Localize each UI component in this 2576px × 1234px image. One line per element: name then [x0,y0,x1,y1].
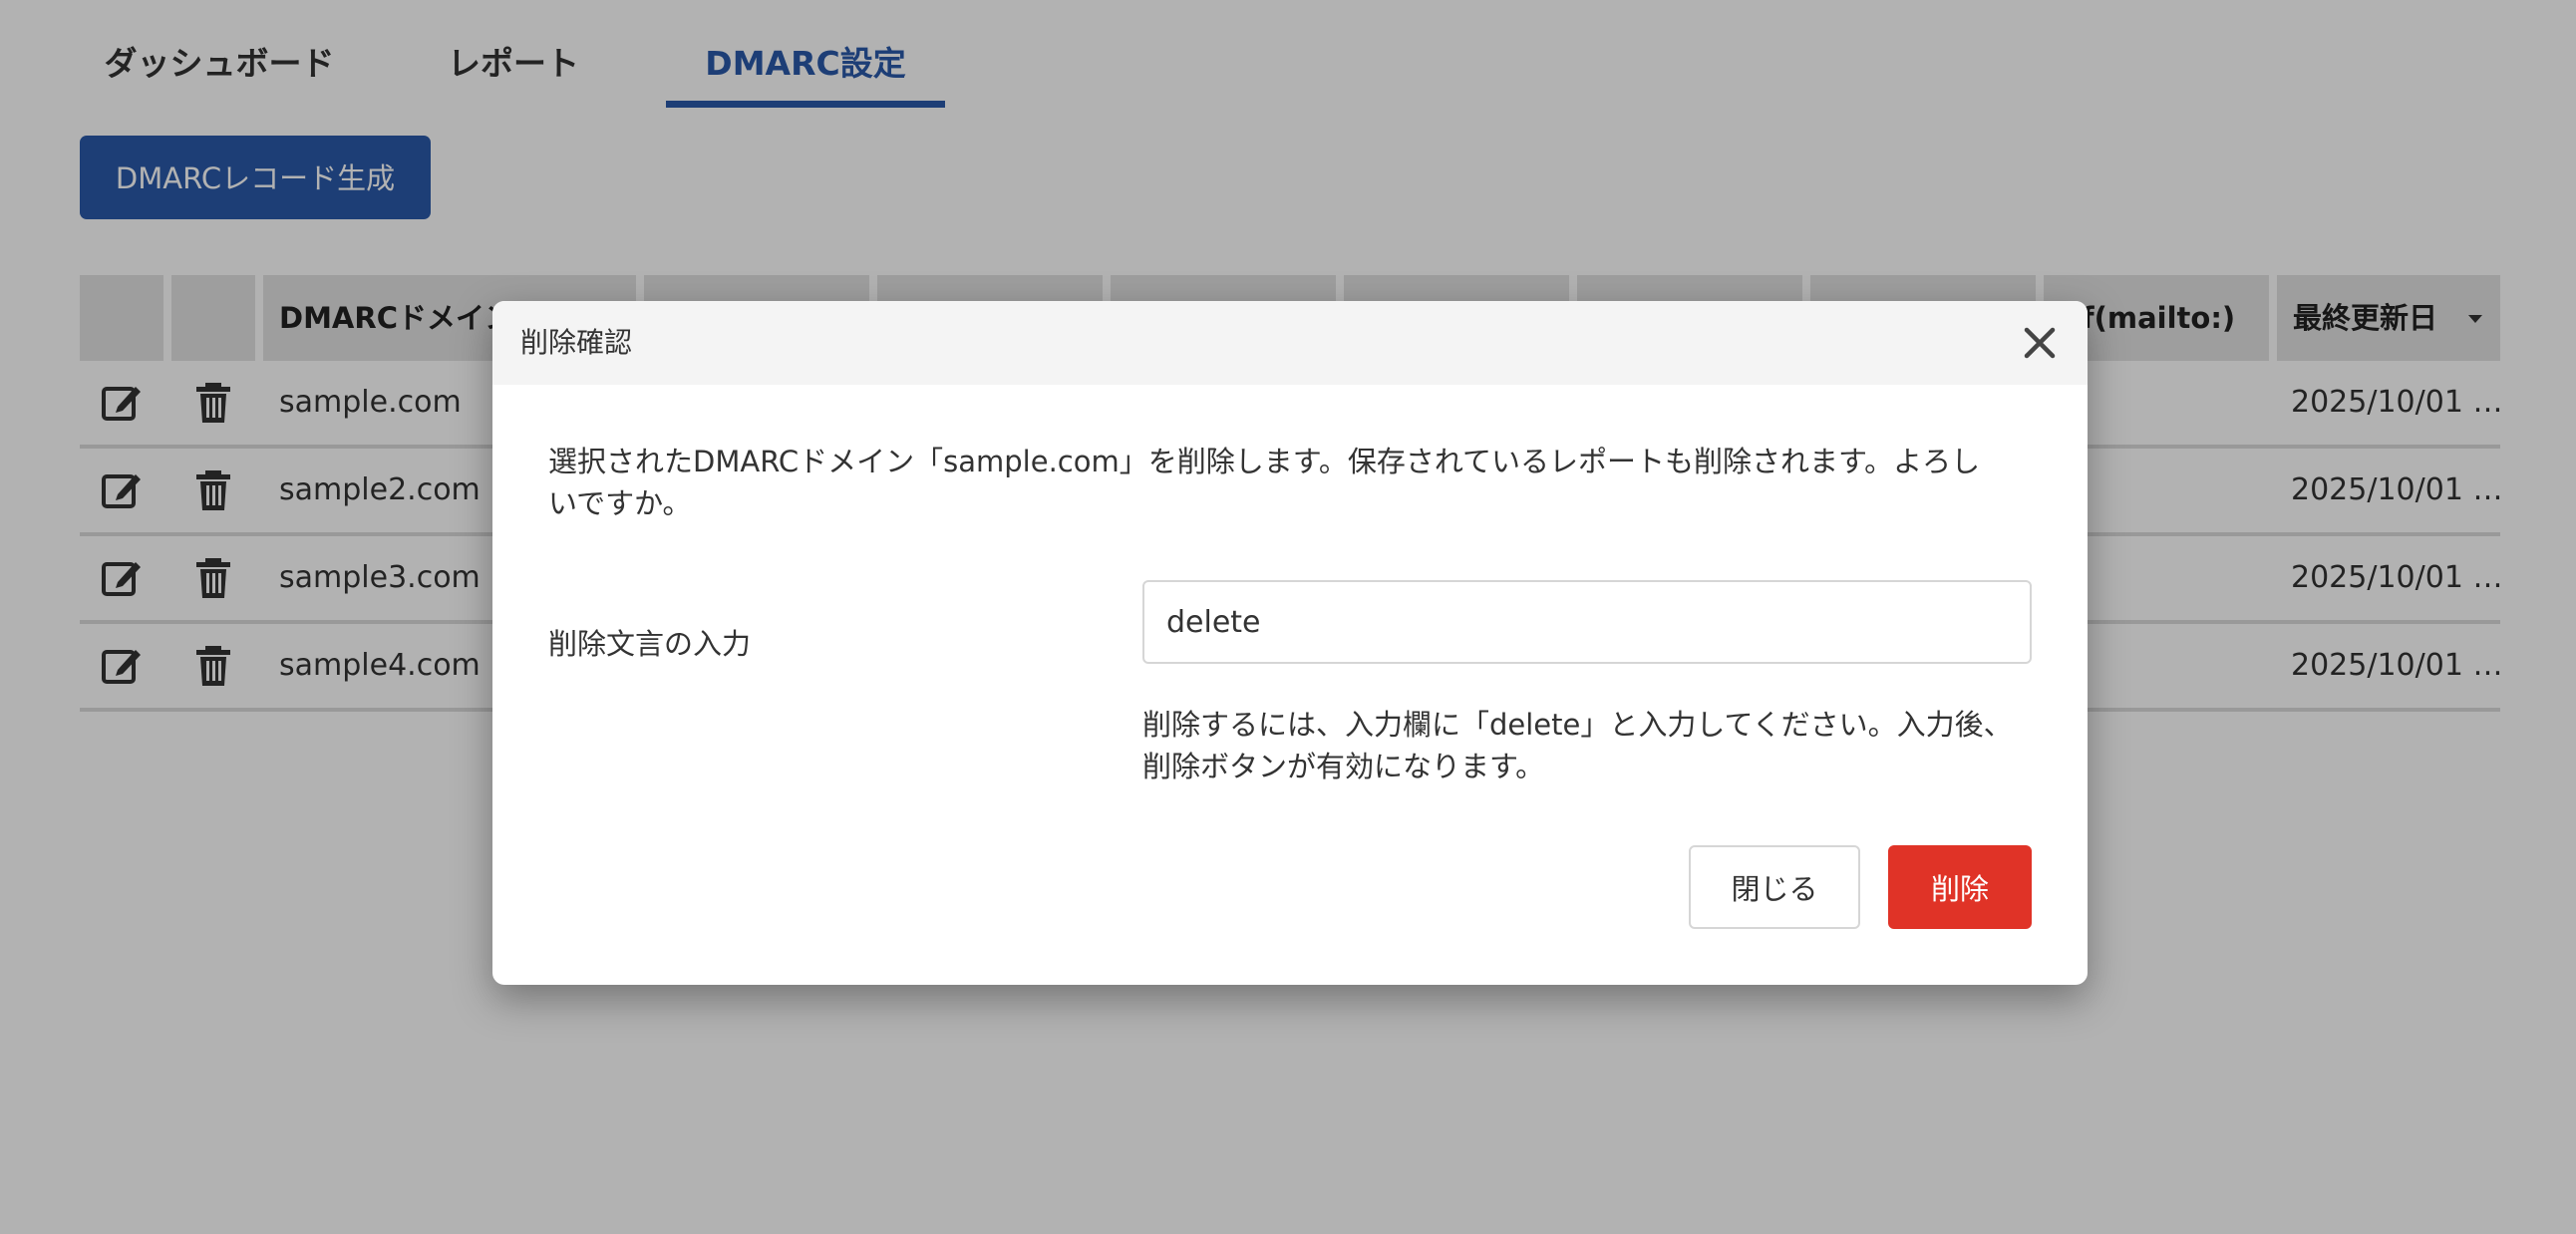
delete-confirm-dialog: 削除確認 選択されたDMARCドメイン「sample.com」を削除します。保存… [492,301,2088,985]
delete-hint-text: 削除するには、入力欄に「delete」と入力してください。入力後、削除ボタンが有… [1142,708,2013,783]
close-icon[interactable] [2020,323,2060,363]
delete-text-label: 削除文言の入力 [548,627,752,661]
modal-title: 削除確認 [520,326,633,359]
delete-confirm-message: 選択されたDMARCドメイン「sample.com」を削除します。保存されている… [548,445,1981,520]
delete-button[interactable]: 削除 [1888,845,2032,929]
close-button[interactable]: 閉じる [1689,845,1860,929]
modal-header: 削除確認 [492,301,2088,385]
delete-text-input[interactable] [1142,580,2032,664]
